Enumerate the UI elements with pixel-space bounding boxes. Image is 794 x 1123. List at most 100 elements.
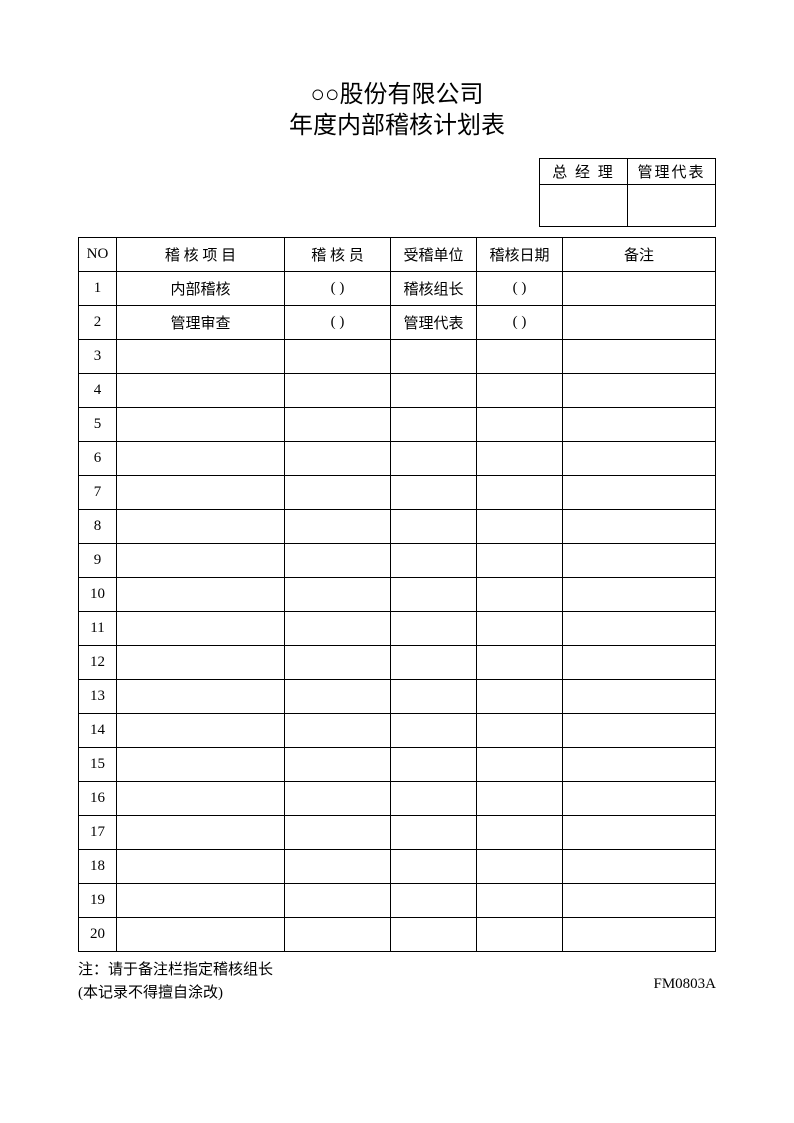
cell-item <box>117 782 285 816</box>
table-row: 9 <box>79 544 716 578</box>
cell-no: 12 <box>79 646 117 680</box>
table-row: 16 <box>79 782 716 816</box>
cell-auditor <box>285 884 391 918</box>
cell-item <box>117 612 285 646</box>
table-row: 4 <box>79 374 716 408</box>
cell-remark <box>563 272 716 306</box>
cell-unit <box>391 646 477 680</box>
cell-remark <box>563 476 716 510</box>
cell-unit <box>391 578 477 612</box>
cell-remark <box>563 884 716 918</box>
cell-item <box>117 714 285 748</box>
cell-item <box>117 748 285 782</box>
cell-remark <box>563 442 716 476</box>
table-row: 2管理审查( )管理代表( ) <box>79 306 716 340</box>
table-row: 8 <box>79 510 716 544</box>
cell-unit <box>391 476 477 510</box>
table-row: 15 <box>79 748 716 782</box>
page-title: ○○股份有限公司 年度内部稽核计划表 <box>78 80 716 142</box>
cell-date <box>477 408 563 442</box>
cell-unit <box>391 442 477 476</box>
table-row: 1内部稽核( )稽核组长( ) <box>79 272 716 306</box>
approval-gm-label: 总 经 理 <box>540 159 628 185</box>
cell-item <box>117 680 285 714</box>
table-header-row: NO 稽 核 项 目 稽 核 员 受稽单位 稽核日期 备注 <box>79 238 716 272</box>
cell-date <box>477 884 563 918</box>
cell-date <box>477 850 563 884</box>
cell-no: 5 <box>79 408 117 442</box>
cell-unit <box>391 918 477 952</box>
cell-date <box>477 680 563 714</box>
cell-auditor <box>285 680 391 714</box>
table-row: 20 <box>79 918 716 952</box>
cell-remark <box>563 612 716 646</box>
approval-mr-label: 管理代表 <box>628 159 716 185</box>
cell-auditor <box>285 340 391 374</box>
table-row: 12 <box>79 646 716 680</box>
cell-date <box>477 816 563 850</box>
table-row: 6 <box>79 442 716 476</box>
cell-unit <box>391 374 477 408</box>
cell-date <box>477 714 563 748</box>
cell-item <box>117 374 285 408</box>
cell-unit <box>391 408 477 442</box>
cell-date <box>477 782 563 816</box>
cell-remark <box>563 544 716 578</box>
col-header-unit: 受稽单位 <box>391 238 477 272</box>
cell-no: 9 <box>79 544 117 578</box>
cell-date <box>477 442 563 476</box>
cell-auditor: ( ) <box>285 272 391 306</box>
cell-auditor <box>285 714 391 748</box>
cell-no: 1 <box>79 272 117 306</box>
cell-unit <box>391 510 477 544</box>
cell-auditor <box>285 782 391 816</box>
approval-mr-value <box>628 185 716 227</box>
cell-unit <box>391 544 477 578</box>
cell-item <box>117 340 285 374</box>
cell-date <box>477 374 563 408</box>
cell-no: 10 <box>79 578 117 612</box>
table-row: 5 <box>79 408 716 442</box>
cell-remark <box>563 408 716 442</box>
footer-note-2: (本记录不得擅自涂改) <box>78 981 716 1002</box>
cell-no: 3 <box>79 340 117 374</box>
table-row: 10 <box>79 578 716 612</box>
cell-no: 6 <box>79 442 117 476</box>
cell-unit <box>391 816 477 850</box>
cell-auditor <box>285 408 391 442</box>
cell-unit <box>391 748 477 782</box>
cell-auditor <box>285 544 391 578</box>
cell-date: ( ) <box>477 306 563 340</box>
cell-unit <box>391 340 477 374</box>
cell-no: 19 <box>79 884 117 918</box>
cell-item <box>117 408 285 442</box>
cell-date <box>477 510 563 544</box>
cell-no: 2 <box>79 306 117 340</box>
col-header-item: 稽 核 项 目 <box>117 238 285 272</box>
cell-date <box>477 476 563 510</box>
cell-auditor <box>285 476 391 510</box>
cell-auditor <box>285 918 391 952</box>
cell-remark <box>563 374 716 408</box>
cell-remark <box>563 340 716 374</box>
cell-auditor <box>285 612 391 646</box>
table-row: 13 <box>79 680 716 714</box>
cell-date: ( ) <box>477 272 563 306</box>
cell-item <box>117 578 285 612</box>
cell-unit <box>391 612 477 646</box>
cell-remark <box>563 646 716 680</box>
footer-note-1: 注：请于备注栏指定稽核组长 <box>78 958 716 979</box>
cell-no: 4 <box>79 374 117 408</box>
col-header-auditor: 稽 核 员 <box>285 238 391 272</box>
col-header-no: NO <box>79 238 117 272</box>
cell-auditor <box>285 748 391 782</box>
cell-item <box>117 510 285 544</box>
cell-item <box>117 442 285 476</box>
table-row: 18 <box>79 850 716 884</box>
cell-item <box>117 476 285 510</box>
cell-remark <box>563 918 716 952</box>
approval-box: 总 经 理 管理代表 <box>78 158 716 227</box>
cell-remark <box>563 816 716 850</box>
cell-auditor <box>285 374 391 408</box>
cell-no: 16 <box>79 782 117 816</box>
